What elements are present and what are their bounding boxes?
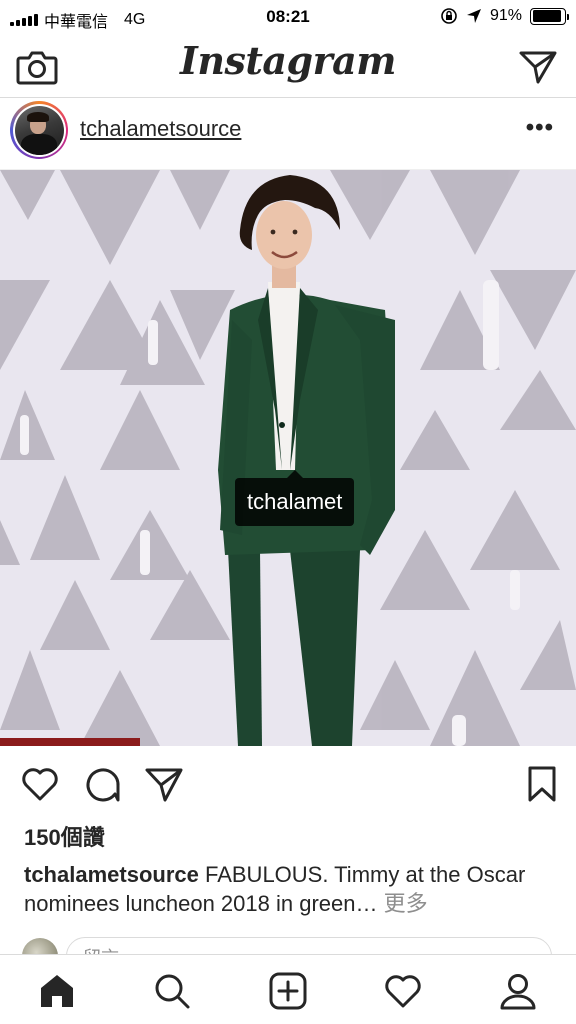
search-icon[interactable] — [152, 971, 192, 1011]
photo-illustration — [0, 170, 576, 746]
app-logo: Instagram — [180, 38, 396, 83]
avatar-border — [12, 103, 66, 157]
battery-fill — [532, 10, 561, 22]
post-caption: tchalametsource FABULOUS. Timmy at the O… — [24, 860, 556, 918]
location-icon — [466, 9, 481, 23]
status-right: 91% — [440, 7, 569, 25]
avatar-image — [14, 105, 64, 155]
avatar-body-shape — [20, 133, 57, 155]
caption-more-link[interactable]: 更多 — [384, 891, 428, 916]
post-username[interactable]: tchalametsource — [80, 116, 241, 142]
post-header: tchalametsource ••• — [0, 98, 576, 170]
status-bar: 中華電信 4G 08:21 91% — [0, 0, 576, 36]
add-post-icon[interactable] — [268, 971, 308, 1011]
app-header: Instagram — [0, 36, 576, 98]
post-photo[interactable]: tchalamet — [0, 170, 576, 746]
paper-plane-icon[interactable] — [518, 48, 558, 86]
profile-icon[interactable] — [498, 971, 538, 1011]
comment-icon[interactable] — [82, 764, 122, 804]
activity-heart-icon[interactable] — [383, 971, 423, 1011]
bottom-tab-bar — [0, 954, 576, 1024]
avatar-hair-shape — [26, 111, 49, 122]
avatar[interactable] — [10, 101, 68, 159]
like-count[interactable]: 150個讚 — [24, 820, 105, 852]
share-icon[interactable] — [144, 764, 184, 804]
home-icon[interactable] — [37, 971, 77, 1011]
battery-percent: 91% — [489, 7, 522, 24]
post-actions — [0, 760, 576, 808]
heart-icon[interactable] — [20, 764, 60, 804]
photo-tag[interactable]: tchalamet — [235, 470, 355, 526]
caption-username[interactable]: tchalametsource — [24, 862, 199, 887]
bookmark-icon[interactable] — [522, 764, 562, 804]
battery-icon — [530, 7, 569, 25]
orientation-lock-icon — [441, 8, 457, 24]
more-options-icon[interactable]: ••• — [526, 114, 554, 142]
